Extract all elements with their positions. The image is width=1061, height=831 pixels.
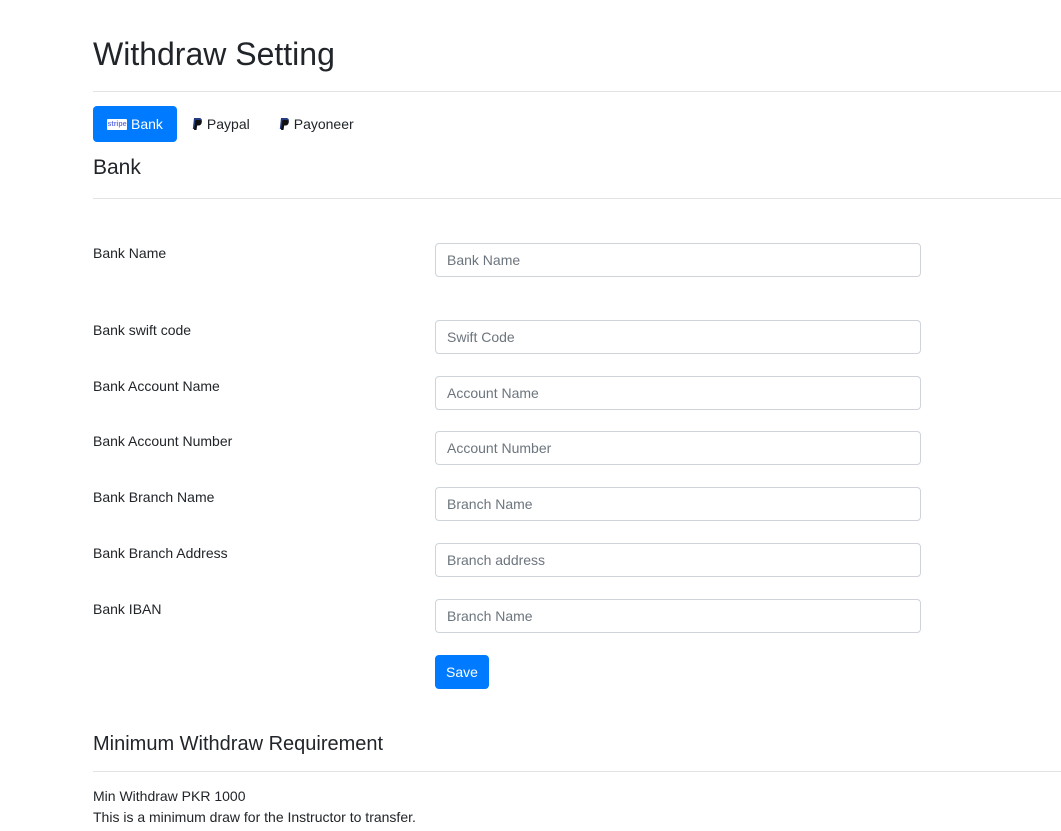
tab-payoneer[interactable]: Payoneer (264, 106, 368, 142)
divider (93, 91, 1061, 92)
divider (93, 198, 1061, 199)
account-name-input[interactable] (435, 376, 921, 410)
paypal-icon (278, 117, 290, 131)
min-withdraw-description: This is a minimum draw for the Instructo… (93, 809, 416, 825)
label-iban: Bank IBAN (93, 601, 162, 617)
label-bank-name: Bank Name (93, 245, 167, 261)
branch-address-input[interactable] (435, 543, 921, 577)
section-title-bank: Bank (93, 156, 141, 179)
paypal-icon (191, 117, 203, 131)
account-number-input[interactable] (435, 431, 921, 465)
iban-input[interactable] (435, 599, 921, 633)
payment-method-tabs: stripe Bank Paypal Payoneer (93, 106, 368, 142)
branch-name-input[interactable] (435, 487, 921, 521)
label-branch-name: Bank Branch Name (93, 489, 215, 505)
tab-label: Bank (131, 116, 163, 132)
tab-bank[interactable]: stripe Bank (93, 106, 177, 142)
tab-label: Payoneer (293, 116, 354, 132)
tab-paypal[interactable]: Paypal (177, 106, 264, 142)
label-swift-code: Bank swift code (93, 322, 192, 338)
divider (93, 771, 1061, 772)
min-withdraw-amount: Min Withdraw PKR 1000 (93, 788, 246, 804)
stripe-icon: stripe (107, 118, 127, 130)
label-account-name: Bank Account Name (93, 378, 220, 394)
label-account-number: Bank Account Number (93, 433, 233, 449)
swift-code-input[interactable] (435, 320, 921, 354)
bank-name-input[interactable] (435, 243, 921, 277)
section-title-min-withdraw: Minimum Withdraw Requirement (93, 733, 384, 755)
page-title: Withdraw Setting (93, 36, 335, 72)
save-button[interactable]: Save (435, 655, 489, 689)
label-branch-address: Bank Branch Address (93, 545, 228, 561)
tab-label: Paypal (206, 116, 250, 132)
